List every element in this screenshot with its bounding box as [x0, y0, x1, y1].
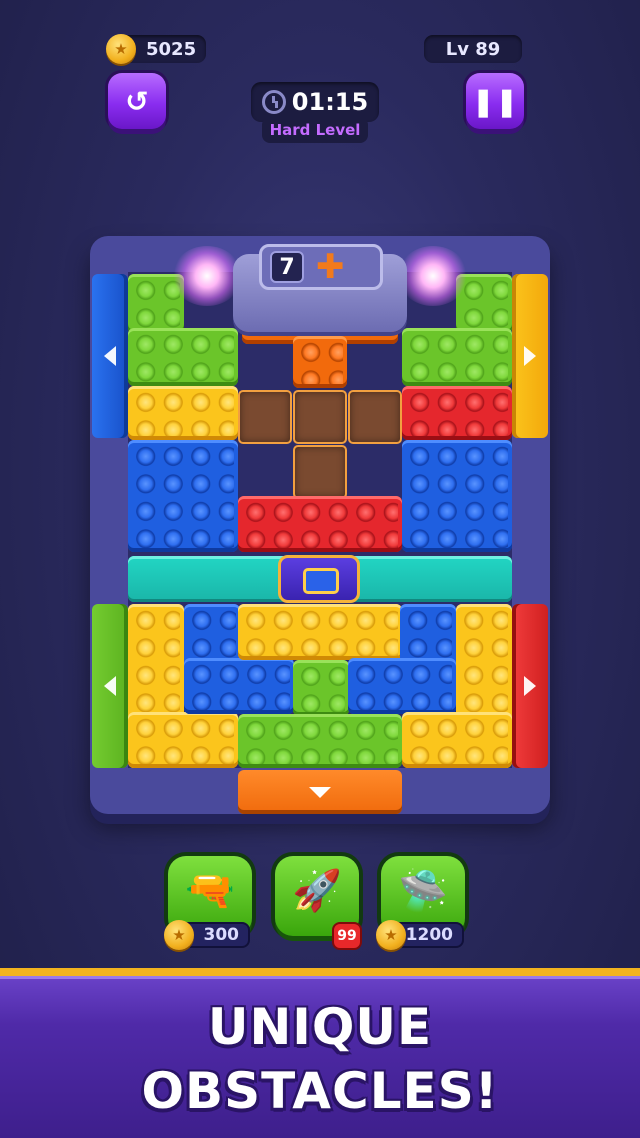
rocket-count-badge: 99 [332, 922, 362, 950]
brick-orange-t-stem[interactable] [293, 336, 347, 388]
plus-piece-icon: ✚ [316, 247, 345, 287]
difficulty-label: Hard Level [262, 117, 368, 143]
level-label: Lv 89 [445, 38, 501, 60]
collector-count: 7 [270, 251, 304, 283]
arrow-right-icon [524, 346, 536, 366]
level-badge: Lv 89 [424, 35, 522, 63]
brick-blue-bl-foot[interactable] [184, 658, 294, 714]
undo-button[interactable]: ↺ [108, 73, 166, 129]
coin-icon: ★ [164, 920, 194, 950]
exit-gate-orange [238, 770, 402, 814]
brick-green-t[interactable] [238, 714, 402, 768]
brick-blue-left[interactable] [128, 440, 238, 552]
exit-gate-yellow [512, 274, 548, 438]
arrow-left-icon [104, 346, 116, 366]
cutter-obstacle [278, 555, 360, 603]
coin-icon: ★ [376, 920, 406, 950]
brick-blue-br-foot[interactable] [348, 658, 456, 714]
pause-icon: ❚❚ [471, 84, 519, 118]
timer: 01:15 [251, 82, 379, 122]
clock-icon [261, 90, 286, 114]
exit-gate-red [512, 604, 548, 768]
target-slot [348, 390, 402, 444]
brick-yellow-top[interactable] [128, 386, 238, 440]
coin-count: 5025 [146, 38, 197, 60]
rocket-icon: 🚀 [292, 868, 342, 915]
brick-yellow-left-foot[interactable] [128, 712, 238, 768]
arrow-left-icon [104, 676, 116, 696]
brick-yellow-center[interactable] [238, 604, 402, 660]
brick-green-l[interactable] [128, 328, 238, 386]
coin-icon: ★ [106, 34, 136, 64]
undo-icon: ↺ [125, 84, 149, 118]
exit-gate-blue [92, 274, 128, 438]
pause-button[interactable]: ❚❚ [466, 73, 524, 129]
banner-headline-2: OBSTACLES! [141, 1062, 499, 1120]
brick-green-t-stem[interactable] [293, 660, 349, 716]
arrow-down-icon [309, 786, 331, 798]
blaster-icon: 🔫 [185, 868, 235, 915]
brick-yellow-right-foot[interactable] [402, 712, 512, 768]
brick-blue-right[interactable] [402, 440, 512, 552]
brick-red-center[interactable] [238, 496, 402, 552]
target-slot [293, 390, 347, 444]
target-slot [238, 390, 292, 444]
sparkle-effect [398, 246, 468, 306]
exit-gate-green [92, 604, 128, 768]
timer-value: 01:15 [291, 88, 369, 116]
brick-red-top[interactable] [402, 386, 512, 440]
brick-green-r[interactable] [402, 328, 512, 386]
collector-machine: 7 ✚ [233, 244, 407, 332]
banner-headline-1: UNIQUE [207, 998, 433, 1056]
target-slot [293, 445, 347, 499]
ufo-icon: 🛸 [398, 868, 448, 915]
arrow-right-icon [524, 676, 536, 696]
sparkle-effect [172, 246, 242, 306]
